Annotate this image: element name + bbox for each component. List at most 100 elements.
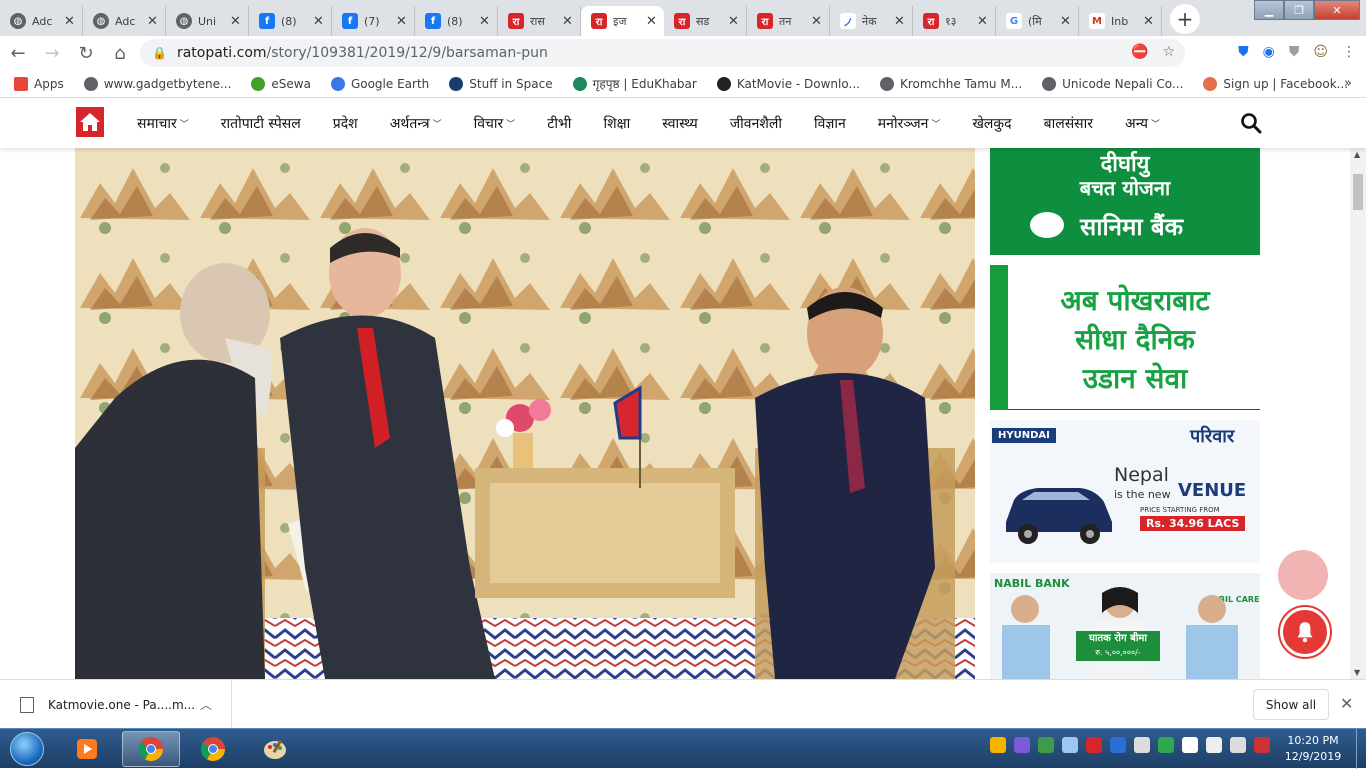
browser-tab[interactable]: रा सड ✕ (664, 6, 747, 36)
scroll-up-arrow-icon[interactable]: ▲ (1354, 150, 1360, 159)
download-item[interactable]: Katmovie.one - Pa....m... ︿ (0, 680, 232, 729)
site-menu-item[interactable]: अन्य ﹀ (1125, 114, 1160, 133)
tab-close-icon[interactable]: ✕ (479, 14, 491, 29)
tray-storage-icon[interactable] (1038, 737, 1054, 753)
tray-network-icon[interactable] (1134, 737, 1150, 753)
tab-close-icon[interactable]: ✕ (313, 14, 325, 29)
site-menu-item[interactable]: जीवनशैली (730, 114, 782, 133)
shield-extension-icon[interactable]: ⛊ (1238, 44, 1249, 60)
browser-tab[interactable]: G (मि ✕ (996, 6, 1079, 36)
show-desktop-button[interactable] (1356, 729, 1366, 769)
taskbar-clock[interactable]: 10:20 PM 12/9/2019 (1278, 733, 1348, 765)
bookmark-item[interactable]: eSewa (251, 76, 311, 91)
scroll-down-arrow-icon[interactable]: ▼ (1354, 668, 1360, 677)
tray-flag-icon[interactable] (1182, 737, 1198, 753)
chevron-up-icon[interactable]: ︿ (200, 696, 212, 713)
tray-update-icon[interactable] (1110, 737, 1126, 753)
tray-battery-icon[interactable] (1206, 737, 1222, 753)
tab-close-icon[interactable]: ✕ (147, 14, 159, 29)
tray-folder-icon[interactable] (990, 737, 1006, 753)
bookmarks-overflow-icon[interactable]: » (1344, 76, 1352, 91)
browser-tab[interactable]: रा १३ ✕ (913, 6, 996, 36)
browser-tab[interactable]: f (8) ✕ (249, 6, 332, 36)
menu-kebab-icon[interactable]: ⋮ (1342, 44, 1356, 60)
bookmark-item[interactable]: www.gadgetbytene... (83, 76, 231, 91)
site-menu-item[interactable]: बालसंसार (1044, 114, 1093, 133)
notification-bell-button[interactable] (1280, 607, 1330, 657)
site-menu-item[interactable]: स्वास्थ्य (662, 114, 698, 133)
site-menu-item[interactable]: खेलकुद (972, 114, 1011, 133)
tab-close-icon[interactable]: ✕ (646, 14, 658, 29)
window-close-button[interactable]: ✕ (1314, 0, 1360, 20)
site-menu-item[interactable]: विज्ञान (814, 114, 846, 133)
browser-tab[interactable]: f (7) ✕ (332, 6, 415, 36)
site-menu-item[interactable]: समाचार ﹀ (137, 114, 189, 133)
blocked-icon[interactable]: ⛔ (1131, 44, 1148, 60)
browser-tab[interactable]: f (8) ✕ (415, 6, 498, 36)
start-button[interactable] (4, 730, 50, 768)
reload-button[interactable]: ↻ (70, 37, 102, 69)
tab-close-icon[interactable]: ✕ (1060, 14, 1072, 29)
taskbar-chrome-2[interactable] (184, 731, 242, 767)
home-button[interactable]: ⌂ (104, 37, 136, 69)
profile-avatar[interactable]: ☺ (1313, 44, 1328, 60)
tab-close-icon[interactable]: ✕ (64, 14, 76, 29)
tray-cloud-icon[interactable] (1062, 737, 1078, 753)
site-menu-item[interactable]: रातोपाटी स्पेसल (221, 114, 301, 133)
site-menu-item[interactable]: अर्थतन्त्र ﹀ (390, 114, 442, 133)
tab-close-icon[interactable]: ✕ (396, 14, 408, 29)
browser-tab[interactable]: ◍ Uni ✕ (166, 6, 249, 36)
site-menu-item[interactable]: टीभी (547, 114, 571, 133)
search-icon[interactable] (1240, 112, 1262, 134)
tab-close-icon[interactable]: ✕ (811, 14, 823, 29)
ad-sanima-bank[interactable]: दीर्घायु बचत योजना सानिमा बैंक (990, 148, 1260, 255)
browser-tab[interactable]: रा तन ✕ (747, 6, 830, 36)
maximize-button[interactable]: ❐ (1284, 0, 1314, 20)
tray-app-icon[interactable] (1014, 737, 1030, 753)
page-scrollbar[interactable]: ▲ ▼ (1350, 148, 1366, 679)
ad-nabil-bank[interactable]: NABIL BANK NABIL CARE घातक रोग बीमा रु. … (990, 573, 1260, 679)
tray-volume-icon[interactable] (1254, 737, 1270, 753)
tray-security-icon[interactable] (1086, 737, 1102, 753)
site-menu-item[interactable]: विचार ﹀ (474, 114, 516, 133)
floating-action-button[interactable] (1278, 550, 1328, 600)
bookmark-star-icon[interactable]: ☆ (1162, 44, 1175, 60)
scrollbar-thumb[interactable] (1353, 174, 1363, 210)
site-menu-item[interactable]: प्रदेश (333, 114, 358, 133)
tray-shield-icon[interactable] (1158, 737, 1174, 753)
tab-close-icon[interactable]: ✕ (728, 14, 740, 29)
bookmark-item[interactable]: Sign up | Facebook... (1203, 76, 1348, 91)
bookmark-apps[interactable]: Apps (14, 76, 64, 91)
show-all-button[interactable]: Show all (1253, 689, 1329, 720)
privacy-extension-icon[interactable]: ⛊ (1289, 44, 1300, 60)
tab-close-icon[interactable]: ✕ (230, 14, 242, 29)
address-bar[interactable]: 🔒 ratopati.com/story/109381/2019/12/9/ba… (140, 39, 1185, 67)
forward-button[interactable]: → (36, 37, 68, 69)
taskbar-chrome-active[interactable] (122, 731, 180, 767)
ad-hyundai-venue[interactable]: HYUNDAI परिवार Nepal is the new VENUE PR… (990, 420, 1260, 563)
minimize-button[interactable]: ▁ (1254, 0, 1284, 20)
tray-signal-icon[interactable] (1230, 737, 1246, 753)
browser-tab[interactable]: ノ नेक ✕ (830, 6, 913, 36)
back-button[interactable]: ← (2, 37, 34, 69)
browser-tab[interactable]: ◍ Adc ✕ (83, 6, 166, 36)
ad-pokhara-flight[interactable]: अब पोखराबाट सीधा दैनिक उडान सेवा (990, 265, 1260, 410)
bookmark-item[interactable]: Google Earth (330, 76, 429, 91)
close-download-bar-icon[interactable]: ✕ (1340, 694, 1353, 713)
browser-tab[interactable]: M Inb ✕ (1079, 6, 1162, 36)
bookmark-item[interactable]: Unicode Nepali Co... (1042, 76, 1183, 91)
tab-close-icon[interactable]: ✕ (562, 14, 574, 29)
taskbar-paint[interactable] (246, 731, 304, 767)
bookmark-item[interactable]: Kromchhe Tamu M... (879, 76, 1022, 91)
extension-icon[interactable]: ◉ (1263, 44, 1275, 60)
bookmark-item[interactable]: Stuff in Space (449, 76, 553, 91)
site-menu-item[interactable]: मनोरञ्जन ﹀ (878, 114, 941, 133)
browser-tab[interactable]: रा रास ✕ (498, 6, 581, 36)
site-menu-item[interactable]: शिक्षा (603, 114, 630, 133)
tab-close-icon[interactable]: ✕ (1143, 14, 1155, 29)
browser-tab[interactable]: ◍ Adc ✕ (0, 6, 83, 36)
tab-close-icon[interactable]: ✕ (977, 14, 989, 29)
bookmark-item[interactable]: गृहपृष्ठ | EduKhabar (572, 75, 697, 92)
taskbar-media-player[interactable] (58, 731, 116, 767)
tab-close-icon[interactable]: ✕ (894, 14, 906, 29)
